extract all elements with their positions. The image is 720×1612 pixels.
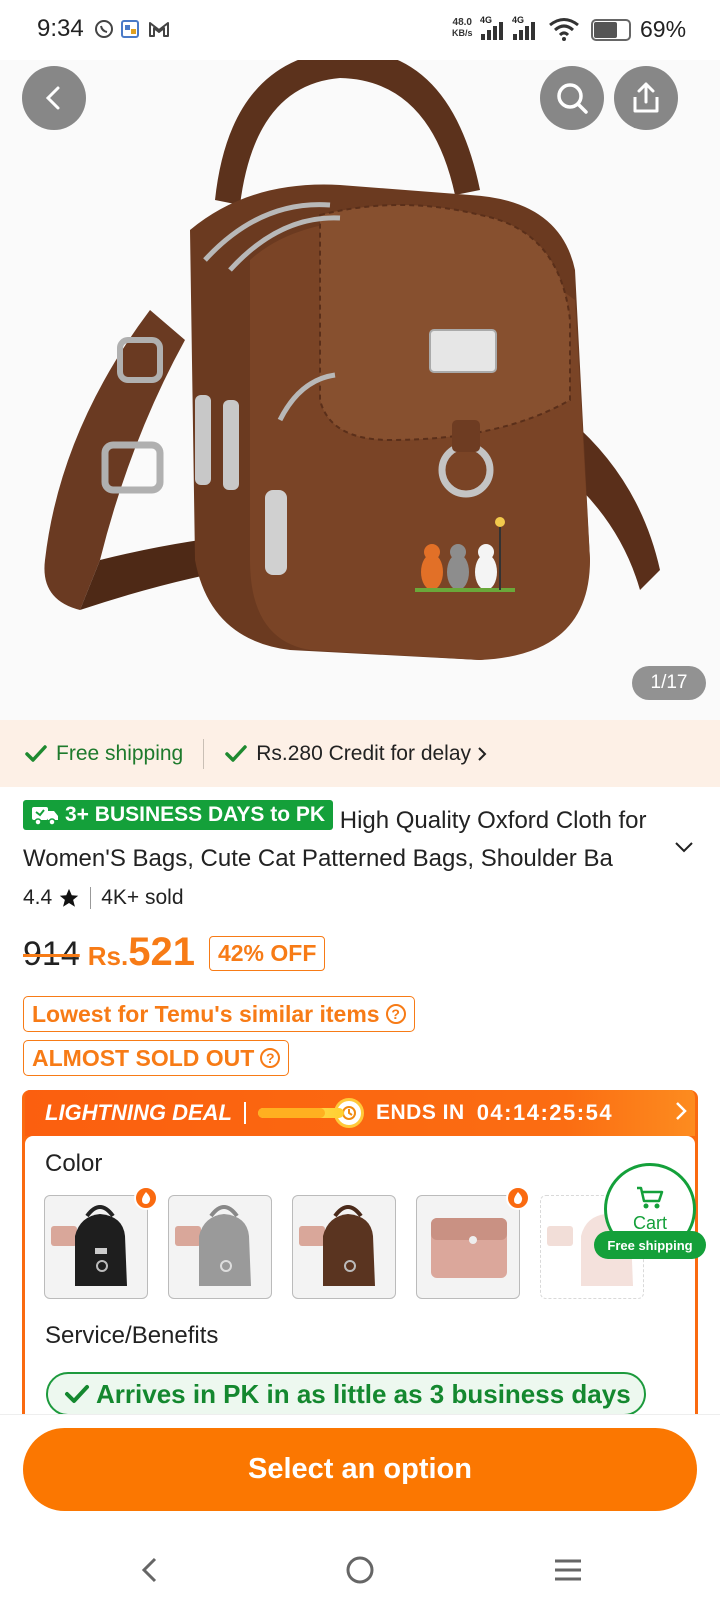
search-icon bbox=[557, 83, 588, 114]
arrival-promise[interactable]: Arrives in PK in as little as 3 business… bbox=[46, 1372, 646, 1416]
nav-back-button[interactable] bbox=[130, 1550, 170, 1590]
brown-bag-thumbnail bbox=[299, 1205, 375, 1286]
pink-wallet-thumbnail bbox=[431, 1218, 507, 1278]
deal-progress-bar bbox=[258, 1108, 344, 1118]
gmail-icon bbox=[148, 20, 170, 43]
chevron-down-icon bbox=[675, 842, 693, 853]
sale-price: 521 bbox=[128, 930, 195, 974]
price-row: 914 Rs. 521 42% OFF bbox=[23, 930, 326, 975]
star-icon bbox=[60, 888, 79, 907]
help-icon: ? bbox=[260, 1048, 281, 1068]
sold-count: 4K+ sold bbox=[101, 886, 184, 909]
status-bar: 9:34 48.0 KB/s 4G 4G 69% bbox=[0, 0, 720, 60]
back-arrow-icon bbox=[45, 86, 60, 110]
battery-percent: 69% bbox=[640, 16, 687, 42]
free-shipping-label: Free shipping bbox=[56, 741, 184, 765]
shipping-strip[interactable]: Free shipping Rs.280 Credit for delay bbox=[0, 720, 720, 787]
delivery-badge: 3+ BUSINESS DAYS to PK bbox=[23, 800, 334, 830]
bag-illustration bbox=[44, 49, 660, 660]
credit-label: Rs.280 Credit for delay bbox=[256, 741, 472, 765]
net-speed: 48.0 KB/s bbox=[452, 17, 473, 38]
service-benefits-label: Service/Benefits bbox=[45, 1322, 219, 1349]
product-image[interactable] bbox=[0, 0, 720, 720]
ends-in-label: ENDS IN bbox=[376, 1101, 465, 1124]
nav-menu-button[interactable] bbox=[548, 1550, 588, 1590]
check-icon bbox=[225, 744, 247, 762]
select-option-button[interactable]: Select an option bbox=[23, 1428, 697, 1511]
expand-title-button[interactable] bbox=[674, 840, 694, 859]
currency: Rs. bbox=[87, 941, 129, 971]
nav-home-button[interactable] bbox=[340, 1550, 380, 1590]
color-swatch-pink-wallet[interactable] bbox=[416, 1195, 520, 1299]
color-swatch-black[interactable] bbox=[44, 1195, 148, 1299]
color-label: Color bbox=[45, 1150, 103, 1177]
battery-icon bbox=[591, 19, 631, 41]
lowest-price-tag[interactable]: Lowest for Temu's similar items ? bbox=[23, 996, 415, 1032]
cart-free-shipping-badge: Free shipping bbox=[594, 1231, 706, 1259]
whatsapp-icon bbox=[94, 19, 114, 44]
lightning-deal-header[interactable]: LIGHTNING DEAL ENDS IN 04:14:25:54 bbox=[25, 1090, 695, 1136]
almost-sold-out-tag[interactable]: ALMOST SOLD OUT ? bbox=[23, 1040, 290, 1076]
chevron-right-icon bbox=[675, 1101, 687, 1127]
discount-tag: 42% OFF bbox=[208, 936, 326, 971]
app-notification-icon bbox=[120, 18, 142, 45]
color-swatch-brown[interactable] bbox=[292, 1195, 396, 1299]
status-time: 9:34 bbox=[37, 15, 84, 42]
divider bbox=[203, 738, 205, 769]
battery-level bbox=[594, 22, 617, 38]
check-icon bbox=[65, 1385, 89, 1403]
share-icon bbox=[633, 82, 659, 113]
image-counter: 1/17 bbox=[632, 666, 706, 700]
help-icon: ? bbox=[385, 1004, 406, 1024]
original-price: 914 bbox=[23, 935, 80, 973]
nav-menu-icon bbox=[555, 1559, 581, 1581]
sim1-signal-icon: 4G bbox=[480, 15, 506, 42]
rating-value: 4.4 bbox=[23, 886, 53, 909]
gray-bag-thumbnail bbox=[175, 1205, 251, 1286]
wifi-icon bbox=[548, 16, 580, 47]
countdown-timer: 04:14:25:54 bbox=[476, 1100, 614, 1125]
truck-icon bbox=[32, 807, 58, 826]
color-swatch-gray[interactable] bbox=[168, 1195, 272, 1299]
nav-back-icon bbox=[141, 1557, 157, 1583]
notification-icons bbox=[94, 18, 170, 45]
chevron-right-icon bbox=[478, 746, 487, 761]
hot-icon bbox=[134, 1186, 158, 1210]
deal-label: LIGHTNING DEAL bbox=[45, 1100, 232, 1125]
back-button[interactable] bbox=[22, 66, 86, 130]
free-shipping-info: Free shipping bbox=[24, 742, 183, 766]
product-title[interactable]: 3+ BUSINESS DAYS to PK High Quality Oxfo… bbox=[23, 800, 683, 878]
sim2-signal-icon: 4G bbox=[512, 15, 538, 42]
share-button[interactable] bbox=[614, 66, 678, 130]
cart-icon bbox=[637, 1186, 664, 1208]
nav-home-icon bbox=[346, 1556, 374, 1584]
credit-info[interactable]: Rs.280 Credit for delay bbox=[224, 742, 487, 766]
search-button[interactable] bbox=[540, 66, 604, 130]
black-bag-thumbnail bbox=[51, 1205, 127, 1286]
check-icon bbox=[25, 744, 47, 762]
rating-row[interactable]: 4.4 4K+ sold bbox=[23, 886, 184, 910]
hot-icon bbox=[506, 1186, 530, 1210]
